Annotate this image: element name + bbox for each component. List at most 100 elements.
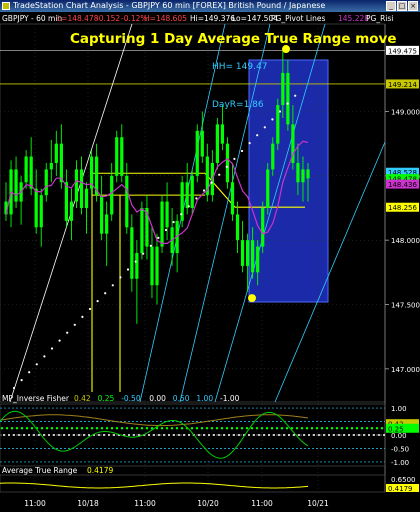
candle-body xyxy=(100,195,104,234)
candle-body xyxy=(79,169,84,208)
minimize-button[interactable]: _ xyxy=(386,1,396,11)
fisher-zero-dot xyxy=(168,434,170,436)
trend-dot xyxy=(271,118,274,121)
maximize-button[interactable]: □ xyxy=(397,1,407,11)
trend-dot xyxy=(28,371,31,374)
price-tick-label: 149.000 xyxy=(391,108,420,116)
price-tick-label: 148.000 xyxy=(391,237,420,245)
trend-dot xyxy=(210,181,213,184)
candle-body xyxy=(215,124,220,163)
fisher-dot xyxy=(170,427,174,430)
price-tick-label: 147.000 xyxy=(391,366,420,374)
time-tick-label: 10/18 xyxy=(77,499,99,508)
fisher-dot xyxy=(210,427,214,430)
price-chart[interactable]: GBPJPY - 60 min L=148.478 -0.152 -0.12% … xyxy=(0,12,420,512)
fisher-zero-dot xyxy=(18,434,20,436)
candle-body xyxy=(110,175,114,215)
fisher-dot xyxy=(370,427,374,430)
fisher-zero-dot xyxy=(8,434,10,436)
candle-body xyxy=(240,240,245,266)
candle-body xyxy=(266,169,270,208)
fisher-legend-value: 1.00 xyxy=(196,394,213,403)
trend-dot xyxy=(195,197,198,200)
fisher-legend-value: -1.00 xyxy=(220,394,240,403)
fisher-zero-dot xyxy=(253,434,255,436)
trend-dot xyxy=(225,165,228,168)
fisher-dot xyxy=(270,427,274,430)
status-symbol: GBPJPY - 60 min xyxy=(2,14,62,23)
candle-body xyxy=(256,246,260,273)
trend-dot xyxy=(233,157,236,160)
fisher-zero-dot xyxy=(173,434,175,436)
fisher-dot xyxy=(275,427,279,430)
fisher-dot xyxy=(235,427,239,430)
fisher-zero-dot xyxy=(333,434,335,436)
fisher-axis-label: -0.50 xyxy=(391,445,409,453)
candle-body xyxy=(69,201,74,221)
fisher-zero-dot xyxy=(158,434,160,436)
fisher-dot xyxy=(105,427,109,430)
price-marker-label: 149.475 xyxy=(388,47,417,55)
fisher-zero-dot xyxy=(48,434,50,436)
status-high: Hi=149.376 xyxy=(190,14,235,23)
fisher-dot xyxy=(325,427,329,430)
fisher-dot xyxy=(200,427,204,430)
fisher-dot xyxy=(360,427,364,430)
fisher-zero-dot xyxy=(338,434,340,436)
trend-dot xyxy=(240,149,244,153)
candle-body xyxy=(29,156,33,189)
atr-name: Average True Range xyxy=(2,466,78,475)
fisher-legend-value: 0.25 xyxy=(98,394,115,403)
price-marker-label: 148.256 xyxy=(388,204,417,212)
fisher-legend-value: 0.42 xyxy=(74,394,91,403)
candle-body xyxy=(301,169,305,183)
fisher-dot xyxy=(350,427,354,430)
window-titlebar[interactable]: TradeStation Chart Analysis - GBPJPY 60 … xyxy=(0,0,420,12)
trend-dot xyxy=(50,347,54,350)
candle-body xyxy=(261,208,265,247)
fisher-plot: 1.000.500.00-0.50-1.000.420.25 xyxy=(0,405,419,467)
fisher-zero-dot xyxy=(78,434,80,436)
fisher-axis-label: 1.00 xyxy=(391,405,407,413)
fisher-zero-dot xyxy=(358,434,360,436)
fisher-zero-dot xyxy=(343,434,345,436)
dayr-label: DayR=1.86 xyxy=(212,100,264,110)
fisher-dot xyxy=(130,427,134,430)
candle-body xyxy=(74,169,79,202)
fisher-dot xyxy=(140,427,144,430)
fisher-dot xyxy=(225,427,229,430)
candle-body xyxy=(84,188,89,208)
fisher-dot xyxy=(265,427,269,430)
fisher-zero-dot xyxy=(153,434,155,436)
fisher-dot xyxy=(195,427,199,430)
candle-body xyxy=(296,162,300,183)
candle-body xyxy=(135,253,139,279)
hh-label: HH= 149.47 xyxy=(212,62,267,72)
time-tick-label: 11:00 xyxy=(134,499,156,508)
atr-marker-label: 0.4179 xyxy=(388,485,413,493)
chart-window: TradeStation Chart Analysis - GBPJPY 60 … xyxy=(0,0,420,512)
fisher-dot xyxy=(15,427,19,430)
fisher-zero-dot xyxy=(23,434,25,436)
candle-body xyxy=(150,246,154,286)
time-tick-label: 11:00 xyxy=(251,499,273,508)
fisher-zero-dot xyxy=(203,434,205,436)
fisher-zero-dot xyxy=(38,434,40,436)
fisher-dot xyxy=(0,427,4,430)
trend-dot xyxy=(58,339,61,342)
status-pivot-label: PG_Pivot Lines xyxy=(271,14,326,23)
trend-dot xyxy=(248,142,251,145)
candle-body xyxy=(105,214,109,234)
fisher-dot xyxy=(175,427,179,430)
fisher-dot xyxy=(100,427,104,430)
trend-dot xyxy=(164,228,168,232)
trend-dot xyxy=(104,292,107,295)
fisher-legend-value: 0.00 xyxy=(149,394,166,403)
fisher-zero-dot xyxy=(283,434,285,436)
candle-body xyxy=(130,227,134,279)
close-button[interactable]: × xyxy=(408,1,418,11)
trend-dot xyxy=(81,315,84,318)
fisher-zero-dot xyxy=(183,434,185,436)
fisher-zero-dot xyxy=(88,434,90,436)
fisher-dot xyxy=(80,427,84,430)
